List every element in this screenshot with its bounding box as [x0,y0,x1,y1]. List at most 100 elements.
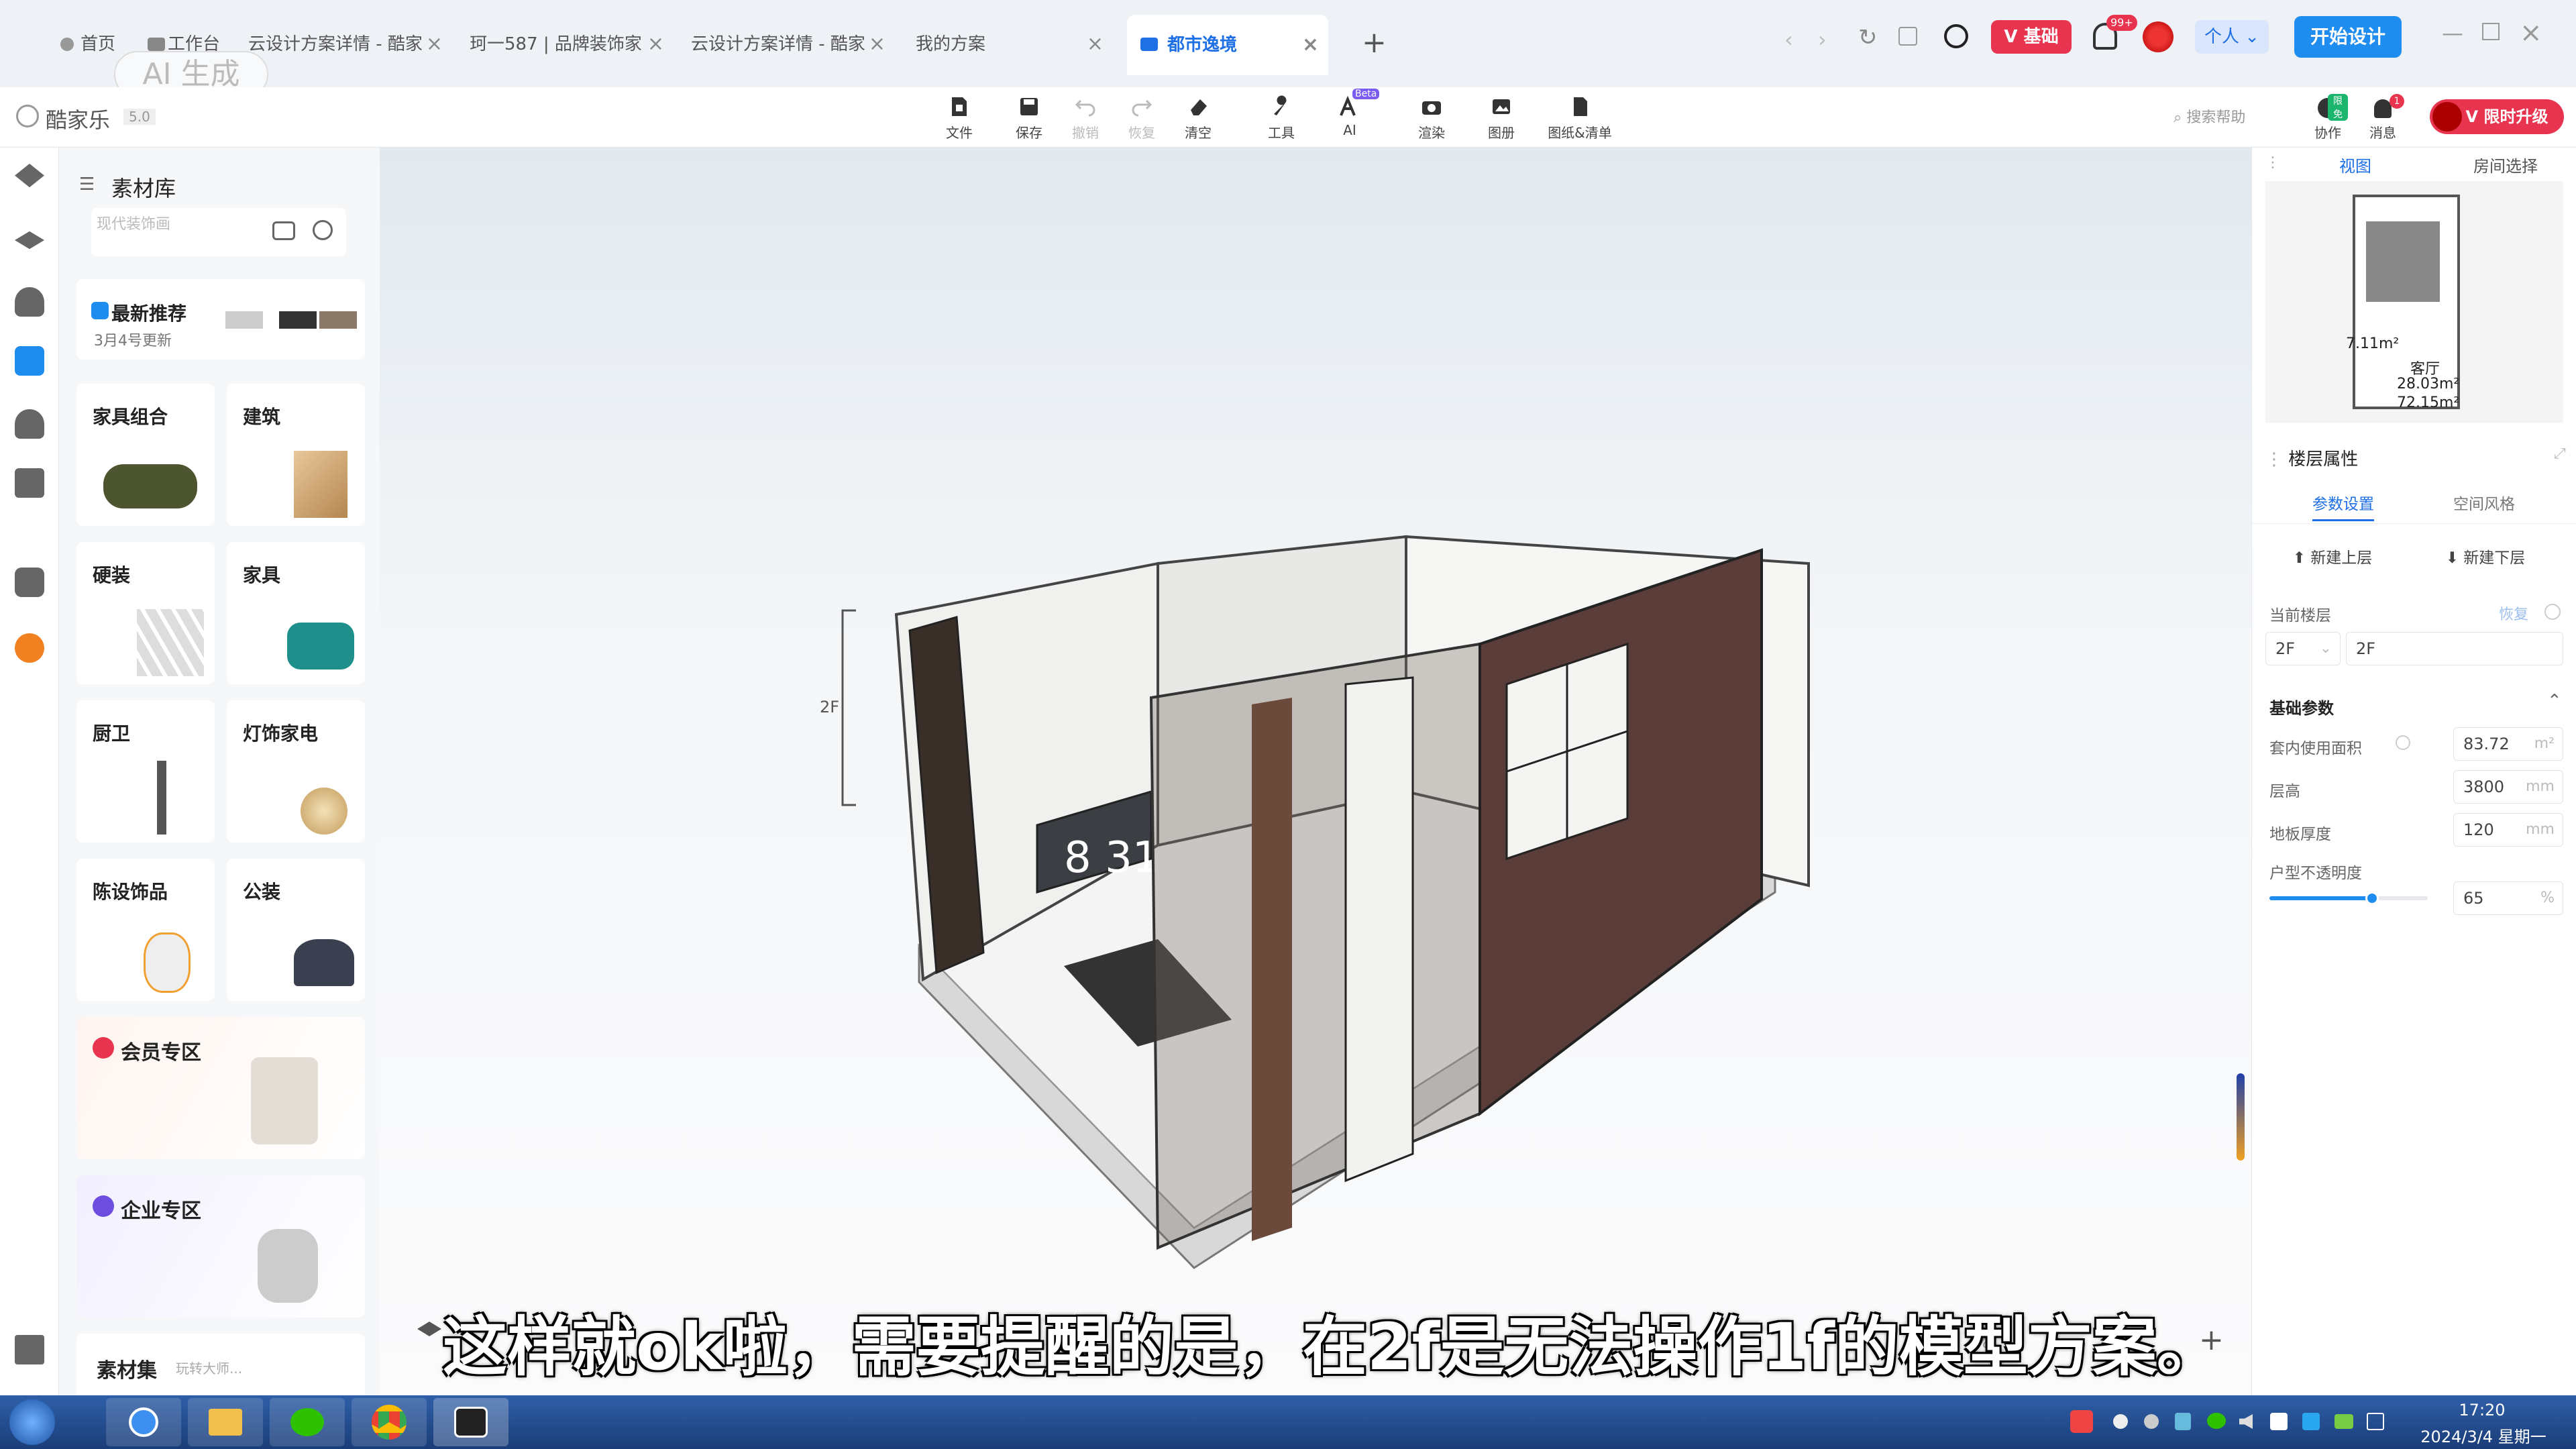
chevron-up-icon[interactable]: ⌃ [2547,691,2562,711]
minimize-icon[interactable]: — [2442,20,2463,46]
forward-icon[interactable]: › [1818,27,1827,52]
new-tab-button[interactable]: + [1362,25,1387,60]
minimap[interactable]: 7.11m² 客厅 28.03m² 72.15m² [2265,181,2563,423]
area-input[interactable]: 83.72 m² [2453,727,2563,761]
floor-thickness-input[interactable]: 120 mm [2453,813,2563,847]
category-lighting[interactable]: 灯饰家电 [227,700,365,843]
tray-icon[interactable] [2302,1413,2320,1430]
drawings-list-button[interactable]: 图纸&清单 [1543,87,1617,148]
category-kitchen-bath[interactable]: 厨卫 [76,700,215,843]
tab-design-detail-2[interactable]: 云设计方案详情 - 酷家 × [691,23,885,66]
close-icon[interactable]: × [869,23,885,66]
info-icon[interactable] [2396,735,2410,750]
tab-design-detail-1[interactable]: 云设计方案详情 - 酷家 × [248,23,443,66]
close-icon[interactable]: × [1302,15,1319,75]
puzzle-icon[interactable] [15,568,44,597]
new-upper-floor-button[interactable]: ⬆ 新建上层 [2265,539,2400,577]
opacity-slider-handle[interactable] [2365,892,2379,905]
restore-link[interactable]: 恢复 [2499,602,2528,624]
member-zone-card[interactable]: 会员专区 [76,1017,365,1159]
tab-my-plans[interactable]: 我的方案 × [916,23,1104,66]
tray-icon[interactable] [2334,1414,2353,1429]
taskbar-app-recorder[interactable] [433,1398,508,1446]
network-icon[interactable] [2270,1413,2288,1430]
list-icon[interactable] [15,1335,44,1364]
back-icon[interactable]: ‹ [1784,27,1793,52]
ai-button[interactable]: AI Beta [1316,87,1383,148]
search-icon[interactable] [313,220,333,240]
clock-date[interactable]: 2024/3/4 星期一 [2403,1424,2564,1447]
info-icon[interactable] [2544,604,2561,620]
opacity-slider[interactable] [2269,892,2428,905]
3d-viewport[interactable]: 8 31 2F 89% + [380,148,2251,1395]
category-commercial[interactable]: 公装 [227,859,365,1001]
floor-name-input[interactable]: 2F [2346,632,2563,665]
upgrade-button[interactable]: V 限时升级 [2430,99,2564,134]
taskbar-app-wechat[interactable] [270,1398,345,1446]
tray-icon[interactable] [2113,1414,2128,1429]
category-ornaments[interactable]: 陈设饰品 [76,859,215,1001]
wechat-tray-icon[interactable] [2207,1413,2226,1429]
library-search-input[interactable]: 现代装饰画 [91,208,346,256]
subtab-style[interactable]: 空间风格 [2453,491,2515,514]
subtab-params[interactable]: 参数设置 [2312,491,2374,521]
floorplan-icon[interactable] [15,164,44,188]
floor-height-input[interactable]: 3800 mm [2453,770,2563,804]
start-button-icon[interactable] [9,1399,55,1445]
close-icon[interactable]: × [426,23,443,66]
cabinet-icon[interactable] [15,468,44,498]
message-button[interactable]: 消息 1 [2363,94,2404,148]
new-lower-floor-button[interactable]: ⬇ 新建下层 [2418,539,2553,577]
enterprise-zone-card[interactable]: 企业专区 [76,1175,365,1318]
tab-room-select[interactable]: 房间选择 [2473,153,2538,176]
clear-button[interactable]: 清空 [1165,87,1232,148]
ime-icon[interactable] [2070,1410,2093,1433]
person-icon[interactable] [15,409,44,439]
lightbulb-icon[interactable] [15,287,44,317]
album-button[interactable]: 图册 [1468,87,1535,148]
tools-button[interactable]: 工具 [1248,87,1315,148]
close-icon[interactable]: × [647,23,664,66]
menu-icon[interactable]: ☰ [79,174,95,195]
tab-view[interactable]: 视图 [2339,153,2371,176]
recommend-card[interactable]: 最新推荐 3月4号更新 [76,279,365,360]
plugin-icon[interactable] [15,633,44,663]
window-close-icon[interactable]: × [2520,17,2542,48]
start-design-button[interactable]: 开始设计 [2294,16,2402,58]
collab-button[interactable]: 协作 限免 [2308,94,2348,148]
avatar[interactable] [2143,21,2174,52]
file-button[interactable]: 文件 [926,87,993,148]
taskbar-app-chrome[interactable] [352,1398,427,1446]
camera-icon[interactable] [272,221,295,240]
search-icon[interactable] [1944,24,1968,48]
tab-home[interactable]: 首页 [47,23,127,66]
personal-dropdown[interactable]: 个人 ⌄ [2195,20,2269,54]
layers-icon[interactable] [15,231,44,250]
category-hard-decor[interactable]: 硬装 [76,542,215,684]
expand-icon[interactable]: ⤢ [2554,445,2566,462]
vip-badge[interactable]: V 基础 [1991,20,2072,54]
display-icon[interactable] [2367,1413,2384,1430]
volume-icon[interactable] [2239,1414,2253,1429]
shield-icon[interactable] [2175,1413,2191,1430]
library-icon[interactable] [15,346,44,376]
collection-card[interactable]: 素材集 玩转大师... [76,1334,365,1395]
category-building[interactable]: 建筑 [227,384,365,526]
help-search[interactable]: ⌕ 搜索帮助 [2174,105,2267,131]
tab-brand[interactable]: 珂一587 | 品牌装饰家 × [470,23,664,66]
maximize-icon[interactable] [2482,23,2500,40]
taskbar-app-explorer[interactable] [188,1398,263,1446]
tab-active-plan[interactable]: 都市逸境 × [1127,15,1328,75]
category-furniture-set[interactable]: 家具组合 [76,384,215,526]
refresh-icon[interactable]: ↻ [1858,24,1878,51]
render-button[interactable]: 渲染 [1398,87,1465,148]
taskbar-app-browser[interactable] [106,1398,181,1446]
floor-select[interactable]: 2F ⌄ [2265,632,2341,665]
tray-icon[interactable] [2144,1414,2159,1429]
clock-time[interactable]: 17:20 [2415,1401,2549,1419]
category-furniture[interactable]: 家具 [227,542,365,684]
close-icon[interactable]: × [1087,23,1104,66]
vertical-scrollbar[interactable] [2237,1073,2245,1161]
window-icon[interactable] [1898,27,1917,46]
drag-handle-icon[interactable]: ⋮ [2265,154,2280,171]
